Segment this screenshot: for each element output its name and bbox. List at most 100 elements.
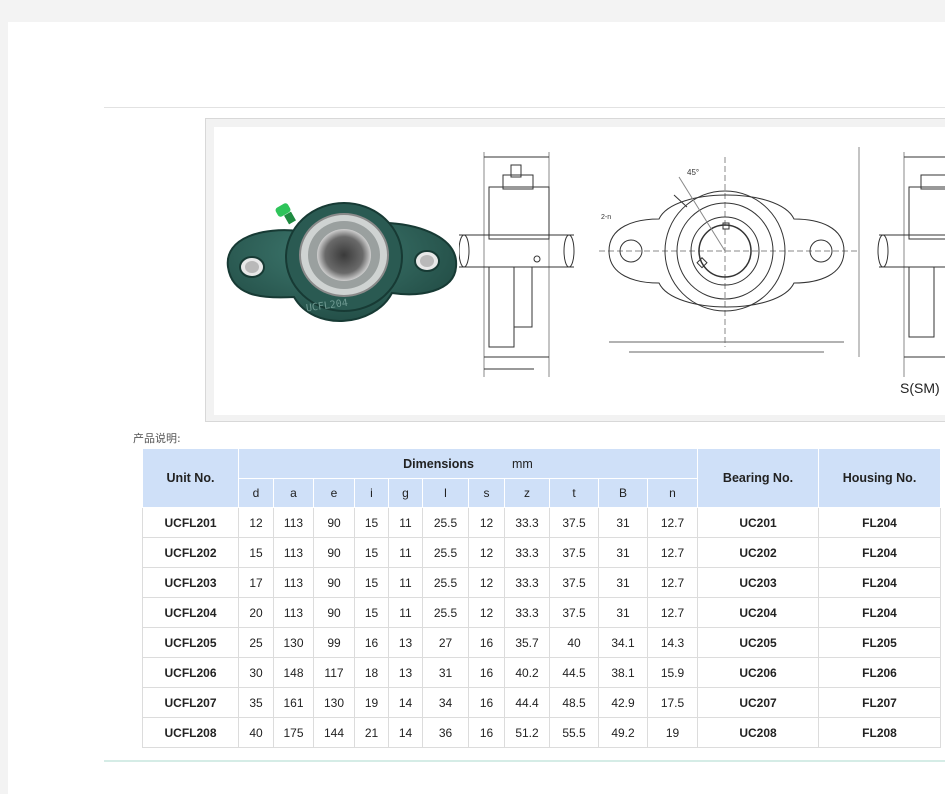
cell-z: 33.3 [504, 597, 550, 628]
cell-d: 30 [238, 657, 274, 688]
cell-d: 40 [238, 717, 274, 748]
cell-B: 31 [598, 537, 648, 568]
table-row: UCFL203 17 113 90 15 11 25.5 12 33.3 37.5 31 12.7 UC… [142, 567, 941, 598]
top-divider [104, 107, 945, 108]
cell-bearing: UC208 [697, 717, 819, 748]
cell-t: 44.5 [549, 657, 599, 688]
cell-a: 113 [273, 597, 314, 628]
cell-e: 90 [313, 507, 355, 538]
side-view-right [877, 152, 945, 377]
cell-i: 15 [354, 537, 389, 568]
cell-n: 15.9 [647, 657, 698, 688]
cell-i: 18 [354, 657, 389, 688]
table-row: UCFL208 40 175 144 21 14 36 16 51.2 55.5 49.2 19 UC2… [142, 717, 941, 748]
dimensions-unit: mm [512, 456, 533, 471]
cell-a: 113 [273, 537, 314, 568]
dimension-header-t: t [549, 478, 599, 508]
cell-g: 11 [388, 597, 423, 628]
cell-unit: UCFL202 [142, 537, 239, 568]
unit-no-header: Unit No. [142, 448, 239, 508]
cell-e: 90 [313, 597, 355, 628]
cell-B: 49.2 [598, 717, 648, 748]
cell-g: 11 [388, 567, 423, 598]
cell-g: 14 [388, 717, 423, 748]
cell-a: 175 [273, 717, 314, 748]
technical-drawing: 45° 2-n [459, 147, 945, 377]
cell-e: 99 [313, 627, 355, 658]
cell-housing: FL204 [818, 537, 941, 568]
cell-s: 16 [468, 717, 505, 748]
front-view: 45° 2-n [599, 147, 860, 357]
cell-g: 14 [388, 687, 423, 718]
dimensions-table: Unit No. Dimensions mm Bearing No. Housin… [142, 448, 941, 748]
dimension-header-d: d [238, 478, 274, 508]
table-row: UCFL204 20 113 90 15 11 25.5 12 33.3 37.5 31 12.7 UC… [142, 597, 941, 628]
cell-e: 117 [313, 657, 355, 688]
dimension-header-g: g [388, 478, 423, 508]
table-body: UCFL201 12 113 90 15 11 25.5 12 33.3 37.5 31 12.7 UC… [142, 507, 941, 748]
bottom-divider [104, 760, 945, 762]
cell-l: 27 [422, 627, 469, 658]
cell-s: 12 [468, 537, 505, 568]
svg-text:2-n: 2-n [601, 214, 611, 221]
cell-unit: UCFL205 [142, 627, 239, 658]
cell-s: 12 [468, 597, 505, 628]
cell-l: 25.5 [422, 537, 469, 568]
cell-n: 12.7 [647, 567, 698, 598]
cell-d: 12 [238, 507, 274, 538]
cell-housing: FL204 [818, 597, 941, 628]
cell-t: 40 [549, 627, 599, 658]
cell-a: 130 [273, 627, 314, 658]
dimension-header-z: z [504, 478, 550, 508]
cell-bearing: UC206 [697, 657, 819, 688]
cell-n: 19 [647, 717, 698, 748]
cell-t: 37.5 [549, 507, 599, 538]
cell-unit: UCFL208 [142, 717, 239, 748]
cell-bearing: UC201 [697, 507, 819, 538]
cell-n: 12.7 [647, 537, 698, 568]
cell-bearing: UC205 [697, 627, 819, 658]
cell-housing: FL204 [818, 567, 941, 598]
cell-B: 31 [598, 567, 648, 598]
cell-d: 20 [238, 597, 274, 628]
dimensions-title: Dimensions [403, 456, 475, 471]
dimension-header-e: e [313, 478, 355, 508]
cell-z: 51.2 [504, 717, 550, 748]
cell-z: 33.3 [504, 537, 550, 568]
cell-t: 37.5 [549, 537, 599, 568]
cell-l: 36 [422, 717, 469, 748]
cell-s: 16 [468, 687, 505, 718]
cell-n: 14.3 [647, 627, 698, 658]
cell-i: 15 [354, 567, 389, 598]
cell-s: 12 [468, 507, 505, 538]
table-row: UCFL202 15 113 90 15 11 25.5 12 33.3 37.5 31 12.7 UC… [142, 537, 941, 568]
cell-B: 34.1 [598, 627, 648, 658]
dimension-header-n: n [647, 478, 698, 508]
cell-unit: UCFL201 [142, 507, 239, 538]
cell-t: 48.5 [549, 687, 599, 718]
bearing-no-header: Bearing No. [697, 448, 819, 508]
dimension-header-i: i [354, 478, 389, 508]
dimension-header-l: l [422, 478, 469, 508]
dimension-header-a: a [273, 478, 314, 508]
cell-bearing: UC204 [697, 597, 819, 628]
cell-z: 33.3 [504, 567, 550, 598]
cell-l: 25.5 [422, 597, 469, 628]
product-image: UCFL204 45° 2-n S(SM) [214, 127, 945, 415]
cell-t: 55.5 [549, 717, 599, 748]
cell-unit: UCFL203 [142, 567, 239, 598]
drawing-label: S(SM) [900, 380, 940, 396]
product-image-frame: UCFL204 45° 2-n S(SM) [205, 118, 945, 422]
cell-B: 38.1 [598, 657, 648, 688]
cell-e: 144 [313, 717, 355, 748]
cell-housing: FL204 [818, 507, 941, 538]
cell-z: 33.3 [504, 507, 550, 538]
cell-d: 17 [238, 567, 274, 598]
cell-housing: FL208 [818, 717, 941, 748]
cell-B: 31 [598, 597, 648, 628]
cell-d: 25 [238, 627, 274, 658]
cell-i: 19 [354, 687, 389, 718]
cell-g: 13 [388, 657, 423, 688]
dimensions-header: Dimensions mm [238, 448, 698, 479]
cell-i: 16 [354, 627, 389, 658]
